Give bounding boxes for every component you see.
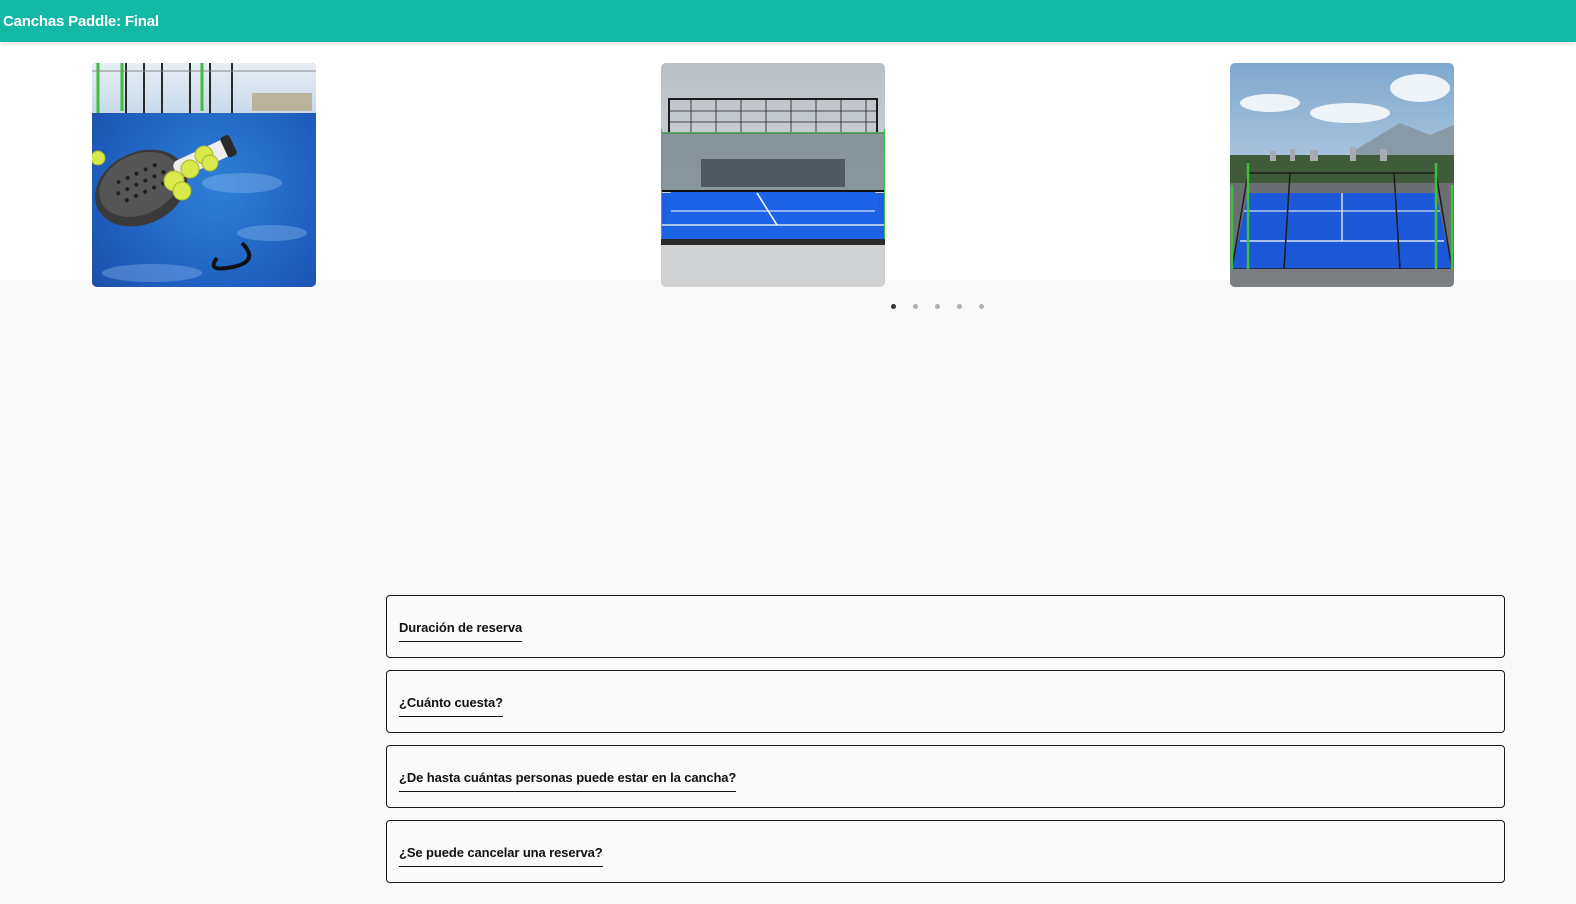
rooftop-court-image: [1230, 63, 1454, 287]
faq-item-cancelar[interactable]: ¿Se puede cancelar una reserva?: [386, 820, 1505, 883]
page-title: Canchas Paddle: Final: [3, 12, 159, 30]
faq-question: ¿Se puede cancelar una reserva?: [399, 845, 603, 867]
carousel-dot-2[interactable]: [911, 302, 919, 310]
court-glass-image: [661, 63, 885, 287]
app-header: Canchas Paddle: Final: [0, 0, 1576, 42]
carousel-slide-court-image[interactable]: [661, 63, 885, 287]
carousel-slide-rooftop-image[interactable]: [1230, 63, 1454, 287]
faq-item-personas[interactable]: ¿De hasta cuántas personas puede estar e…: [386, 745, 1505, 808]
carousel-dot-1[interactable]: [889, 302, 897, 310]
faq-question: ¿Cuánto cuesta?: [399, 695, 503, 717]
carousel-pagination: [889, 302, 985, 310]
carousel-dot-5[interactable]: [977, 302, 985, 310]
carousel-dot-4[interactable]: [955, 302, 963, 310]
carousel-slide-racket-image[interactable]: [92, 63, 316, 287]
faq-question: ¿De hasta cuántas personas puede estar e…: [399, 770, 736, 792]
carousel-dot-3[interactable]: [933, 302, 941, 310]
faq-list: Duración de reserva ¿Cuánto cuesta? ¿De …: [386, 595, 1505, 895]
racket-balls-image: [92, 63, 316, 287]
faq-item-costo[interactable]: ¿Cuánto cuesta?: [386, 670, 1505, 733]
faq-question: Duración de reserva: [399, 620, 522, 642]
faq-item-duracion[interactable]: Duración de reserva: [386, 595, 1505, 658]
